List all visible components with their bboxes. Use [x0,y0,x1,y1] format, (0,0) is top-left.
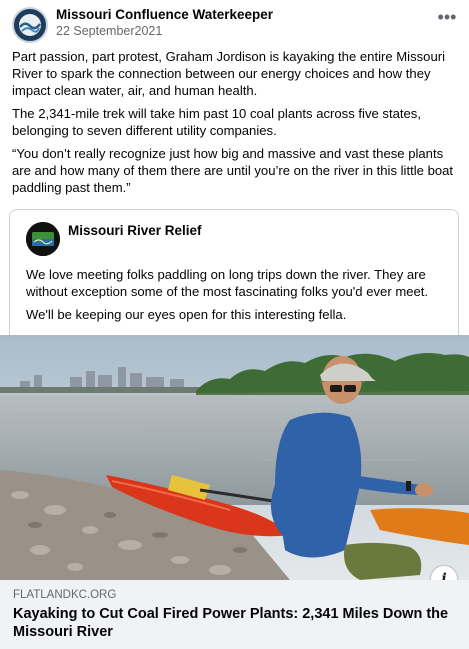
waterkeeper-logo-icon [15,10,45,40]
page-name[interactable]: Missouri Confluence Waterkeeper [56,7,273,22]
post-paragraph: “You don’t really recognize just how big… [12,146,454,195]
ellipsis-icon[interactable]: ••• [437,8,457,26]
kayaker-photo [0,335,469,580]
link-preview-footer[interactable]: FLATLANDKC.ORG Kayaking to Cut Coal Fire… [0,580,469,649]
link-title[interactable]: Kayaking to Cut Coal Fired Power Plants:… [13,605,453,641]
page-avatar[interactable] [12,7,48,43]
link-domain: FLATLANDKC.ORG [13,589,117,601]
post-date[interactable]: 22 September2021 [56,24,162,38]
shared-post-card[interactable]: Missouri River Relief We love meeting fo… [9,209,459,349]
post-text: Part passion, part protest, Graham Jordi… [12,48,460,202]
shared-post-text: We love meeting folks paddling on long t… [26,266,451,329]
river-relief-logo-icon [26,222,60,256]
shared-page-name[interactable]: Missouri River Relief [68,223,202,238]
link-preview-image[interactable]: i [0,335,469,580]
post-paragraph: The 2,341-mile trek will take him past 1… [12,106,421,138]
shared-paragraph: We love meeting folks paddling on long t… [26,267,429,299]
post-paragraph: Part passion, part protest, Graham Jordi… [12,49,446,98]
post-header: Missouri Confluence Waterkeeper 22 Septe… [12,4,457,44]
river-relief-avatar[interactable] [26,222,60,256]
shared-paragraph: We'll be keeping our eyes open for this … [26,307,347,322]
